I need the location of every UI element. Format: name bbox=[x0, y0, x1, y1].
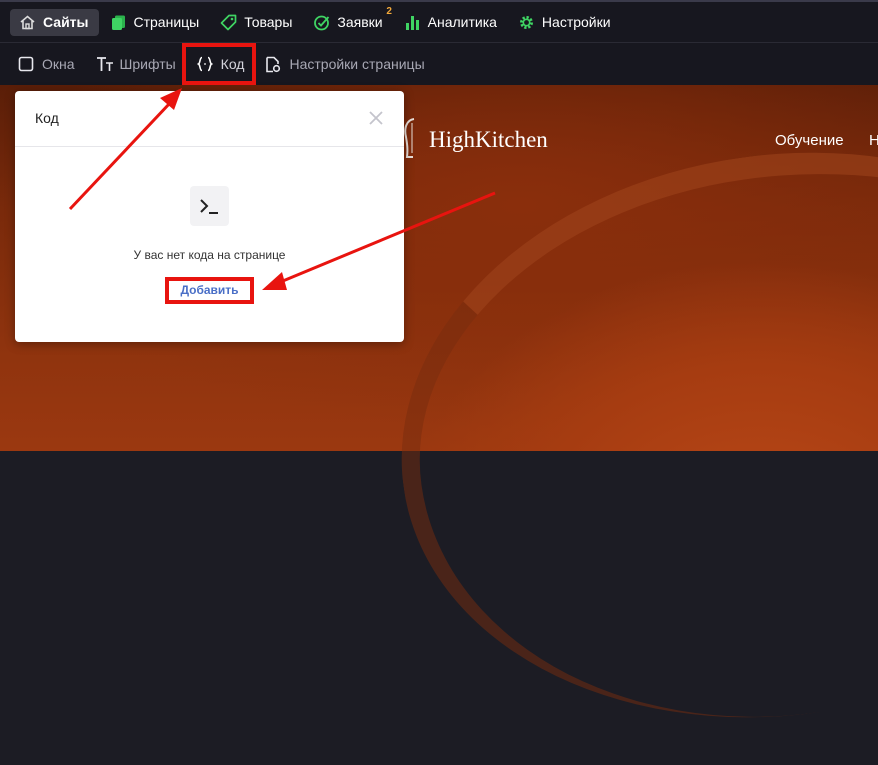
subnav-label-windows: Окна bbox=[42, 56, 75, 72]
nav-label-pages: Страницы bbox=[133, 14, 200, 30]
nav-label-requests: Заявки bbox=[337, 14, 383, 30]
sub-navigation: Окна Шрифты Код Настройки страницы bbox=[0, 42, 878, 85]
pages-icon bbox=[110, 14, 127, 31]
nav-item-analytics[interactable]: Аналитика bbox=[395, 9, 507, 36]
popup-title: Код bbox=[35, 110, 59, 126]
window-icon bbox=[18, 56, 34, 72]
nav-label-sites: Сайты bbox=[43, 14, 89, 30]
empty-state-text: У вас нет кода на странице bbox=[133, 248, 286, 262]
top-navigation: Сайты Страницы Товары Заявки 2 Аналитика… bbox=[0, 0, 878, 42]
home-icon bbox=[19, 14, 36, 31]
tag-icon bbox=[220, 14, 237, 31]
site-menu-next[interactable]: Н bbox=[869, 132, 878, 149]
page-settings-icon bbox=[265, 56, 281, 73]
terminal-icon bbox=[190, 186, 229, 226]
brand-name[interactable]: HighKitchen bbox=[429, 127, 548, 153]
subnav-item-windows[interactable]: Окна bbox=[18, 56, 75, 72]
gear-icon bbox=[518, 14, 535, 31]
add-code-button[interactable]: Добавить bbox=[165, 277, 254, 304]
nav-label-analytics: Аналитика bbox=[427, 14, 497, 30]
close-icon[interactable] bbox=[368, 110, 384, 126]
nav-label-settings: Настройки bbox=[541, 14, 611, 30]
code-tab-highlight bbox=[182, 43, 256, 85]
requests-badge: 2 bbox=[386, 5, 392, 17]
site-menu-training[interactable]: Обучение bbox=[775, 132, 844, 149]
analytics-icon bbox=[404, 14, 421, 31]
fonts-icon bbox=[96, 56, 113, 72]
subnav-label-fonts: Шрифты bbox=[119, 56, 176, 72]
pan-rim-decoration bbox=[364, 104, 878, 765]
nav-item-requests[interactable]: Заявки 2 bbox=[304, 5, 392, 36]
subnav-item-fonts[interactable]: Шрифты bbox=[96, 56, 176, 72]
popup-header: Код bbox=[15, 91, 404, 147]
nav-item-sites[interactable]: Сайты bbox=[10, 8, 99, 36]
subnav-item-page-settings[interactable]: Настройки страницы bbox=[265, 56, 425, 73]
nav-item-pages[interactable]: Страницы bbox=[101, 9, 210, 36]
subnav-label-page-settings: Настройки страницы bbox=[289, 56, 425, 72]
code-popup: Код У вас нет кода на странице Добавить bbox=[15, 91, 404, 342]
nav-item-products[interactable]: Товары bbox=[211, 9, 302, 36]
nav-item-settings[interactable]: Настройки bbox=[509, 9, 621, 36]
nav-label-products: Товары bbox=[244, 14, 293, 30]
requests-icon bbox=[313, 14, 330, 31]
